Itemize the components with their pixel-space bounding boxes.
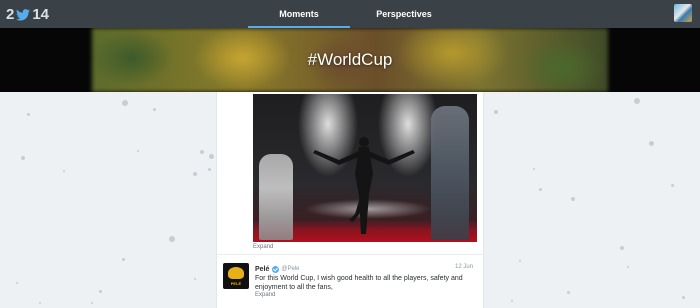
banner-title: #WorldCup — [307, 50, 393, 69]
background-dot — [193, 172, 197, 176]
background-dot — [682, 296, 685, 299]
tweet-divider — [217, 254, 483, 255]
background-dot — [627, 266, 629, 268]
background-dot — [99, 290, 102, 293]
worldcup-logo[interactable]: 2 14 — [6, 3, 49, 25]
background-dot — [21, 156, 25, 160]
avatar-logo-text: PELÉ — [230, 281, 242, 286]
background-dot — [27, 113, 30, 116]
background-dot — [209, 154, 214, 159]
background-dot — [169, 236, 175, 242]
background-dot — [649, 141, 654, 146]
background-dot — [533, 168, 535, 170]
photo-silhouette — [313, 137, 415, 234]
background-dot — [634, 98, 640, 104]
photo-expand-link[interactable]: Expand — [253, 244, 273, 250]
top-navigation-bar: 2 14 Moments Perspectives — [0, 0, 700, 28]
tweet-text: For this World Cup, I wish good health t… — [255, 275, 463, 291]
background-dot — [511, 300, 513, 302]
background-dot — [16, 282, 18, 284]
background-dot — [200, 150, 204, 154]
verified-badge-icon — [272, 265, 280, 273]
background-dot — [539, 188, 542, 191]
background-dot — [91, 302, 93, 304]
tab-moments[interactable]: Moments — [248, 0, 350, 28]
background-dot — [194, 278, 196, 280]
tweet-author-name[interactable]: Pelé — [255, 266, 269, 273]
background-dot — [137, 150, 139, 152]
tweet-author-handle[interactable]: @Pele — [281, 266, 299, 272]
background-dot — [122, 100, 128, 106]
tab-perspectives[interactable]: Perspectives — [360, 0, 448, 28]
tweet-date[interactable]: 12 Jun — [455, 264, 473, 270]
twitter-bird-icon — [16, 8, 31, 21]
background-dot — [567, 291, 570, 294]
background-dot — [519, 260, 521, 262]
background-dot — [153, 108, 156, 111]
background-dot — [671, 184, 674, 187]
tweet-author-avatar[interactable]: PELÉ — [223, 263, 249, 289]
photo-person-right — [431, 106, 469, 240]
tweet-expand-link[interactable]: Expand — [255, 292, 275, 298]
moment-photo[interactable] — [253, 94, 477, 242]
background-dot — [63, 170, 65, 172]
background-dot — [494, 110, 498, 114]
background-dot — [122, 258, 125, 261]
user-avatar[interactable] — [674, 4, 692, 22]
background-dot — [39, 302, 41, 304]
logo-number-left: 2 — [6, 5, 15, 23]
pele-logo-icon — [228, 267, 244, 279]
background-dot — [571, 197, 575, 201]
moment-feed: Expand PELÉ Pelé @Pele 12 Jun For this W… — [216, 92, 484, 308]
photo-person-left — [259, 154, 293, 240]
tab-perspectives-label: Perspectives — [376, 9, 432, 19]
tweet-header: Pelé @Pele 12 Jun — [255, 264, 479, 274]
logo-number-right: 14 — [32, 5, 50, 23]
background-dot — [208, 168, 211, 171]
hashtag-banner: #WorldCup — [0, 28, 700, 92]
tab-moments-label: Moments — [279, 9, 319, 19]
background-dot — [620, 246, 624, 250]
